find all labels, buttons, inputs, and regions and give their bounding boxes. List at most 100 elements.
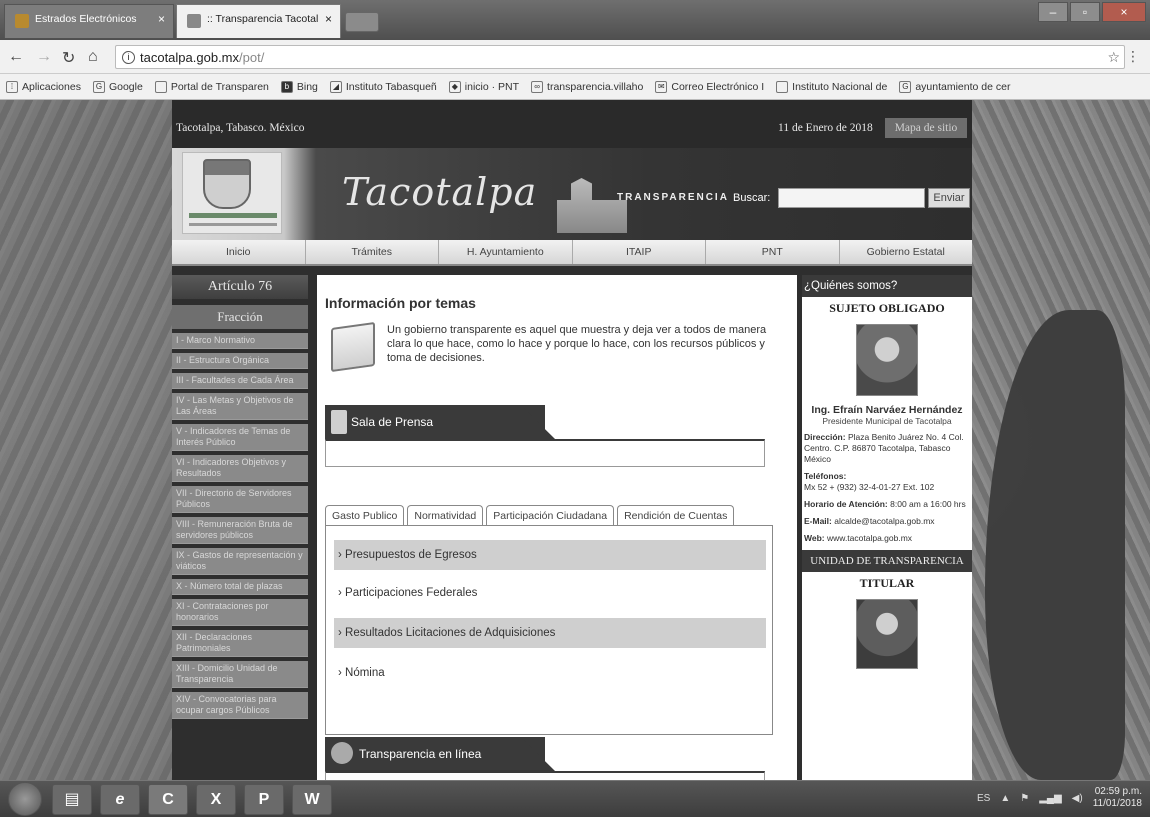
pnt-icon: ◆ (448, 80, 461, 93)
fraction-item[interactable]: IV - Las Metas y Objetivos de Las Áreas (172, 393, 308, 420)
page-title: Información por temas (325, 295, 476, 311)
fraction-item[interactable]: X - Número total de plazas (172, 579, 308, 595)
back-icon[interactable]: ← (8, 48, 24, 66)
maximize-icon[interactable]: ▫ (1070, 2, 1100, 22)
forward-icon[interactable]: → (36, 48, 52, 66)
close-tab-icon[interactable]: × (325, 12, 332, 26)
volume-icon[interactable]: ◀) (1072, 793, 1083, 804)
reload-icon[interactable]: ↻ (62, 48, 75, 68)
bookmark-item[interactable]: ⁞ Aplicaciones (6, 80, 81, 93)
hours-value: 8:00 am a 16:00 hrs (890, 499, 966, 509)
word-icon[interactable]: W (292, 784, 332, 815)
nav-ayuntamiento[interactable]: H. Ayuntamiento (439, 240, 573, 264)
fraction-item[interactable]: IX - Gastos de representación y viáticos (172, 548, 308, 575)
fraction-item[interactable]: XI - Contrataciones por honorarios (172, 599, 308, 626)
url-path: /pot/ (239, 50, 265, 65)
phones-value: Mx 52 + (932) 32-4-01-27 Ext. 102 (804, 482, 935, 492)
web-label: Web: (804, 533, 825, 543)
email-link[interactable]: alcalde@tacotalpa.gob.mx (834, 516, 934, 526)
list-item[interactable]: › Presupuestos de Egresos (334, 540, 766, 570)
nav-itaip[interactable]: ITAIP (573, 240, 706, 264)
explorer-icon[interactable]: ▤ (52, 784, 92, 815)
start-button-icon[interactable] (8, 782, 42, 816)
ie-icon[interactable]: e (100, 784, 140, 815)
fraction-item[interactable]: XIII - Domicilio Unidad de Transparencia (172, 661, 308, 688)
close-window-icon[interactable]: × (1102, 2, 1146, 22)
tab-transparencia[interactable]: :: Transparencia Tacotal × (176, 4, 341, 38)
topic-tab-panel: › Presupuestos de Egresos › Participacio… (325, 525, 773, 735)
bookmark-item[interactable]: G Google (92, 80, 143, 93)
nav-tramites[interactable]: Trámites (306, 240, 439, 264)
bookmark-item[interactable]: Instituto Nacional de (776, 80, 888, 93)
phones-label: Teléfonos: (804, 471, 847, 481)
logo-stripe (189, 213, 277, 218)
signal-icon[interactable]: ▂▄▆ (1039, 793, 1061, 804)
tab-rendicion-de-cuentas[interactable]: Rendición de Cuentas (617, 505, 735, 526)
list-item[interactable]: › Participaciones Federales (334, 578, 766, 608)
home-icon[interactable]: ⌂ (88, 48, 98, 66)
powerpoint-icon[interactable]: P (244, 784, 284, 815)
subject-title: SUJETO OBLIGADO (829, 301, 945, 315)
bookmark-item[interactable]: ∞ transparencia.villaho (531, 80, 644, 93)
language-indicator[interactable]: ES (977, 793, 990, 804)
itaip-icon: ◢ (329, 80, 342, 93)
windows-taskbar: ▤ e C X P W ES ▲ ⚑ ▂▄▆ ◀) 02:59 p.m. 11/… (0, 780, 1150, 817)
menu-kebab-icon[interactable]: ⋮ (1126, 48, 1140, 65)
fraction-item[interactable]: XIV - Convocatorias para ocupar cargos P… (172, 692, 308, 719)
list-item[interactable]: › Nómina (334, 658, 766, 688)
fraction-item[interactable]: I - Marco Normativo (172, 333, 308, 349)
url-input[interactable]: i tacotalpa.gob.mx/pot/ (115, 45, 1125, 69)
fraction-item[interactable]: III - Facultades de Cada Área (172, 373, 308, 389)
web-link[interactable]: www.tacotalpa.gob.mx (827, 533, 912, 543)
tab-normatividad[interactable]: Normatividad (407, 505, 484, 526)
chrome-icon[interactable]: C (148, 784, 188, 815)
fraction-item[interactable]: V - Indicadores de Temas de Interés Públ… (172, 424, 308, 451)
link-icon: ∞ (531, 80, 544, 93)
flag-icon[interactable]: ⚑ (1020, 793, 1029, 804)
clock-time: 02:59 p.m. (1094, 786, 1142, 797)
online-section-title[interactable]: Transparencia en línea (359, 747, 481, 761)
bookmark-item[interactable]: Portal de Transparen (154, 80, 269, 93)
new-tab-button[interactable] (345, 12, 379, 32)
tab-estrados[interactable]: Estrados Electrónicos × (4, 4, 174, 38)
bookmark-item[interactable]: b Bing (280, 80, 318, 93)
tab-gasto-publico[interactable]: Gasto Publico (325, 505, 405, 526)
fraction-item[interactable]: VIII - Remuneración Bruta de servidores … (172, 517, 308, 544)
bookmark-star-icon[interactable]: ☆ (1107, 49, 1120, 66)
hours-label: Horario de Atención: (804, 499, 888, 509)
bookmark-label: inicio · PNT (464, 80, 520, 93)
municipal-logo[interactable] (182, 152, 282, 234)
fraction-item[interactable]: II - Estructura Orgánica (172, 353, 308, 369)
bookmark-item[interactable]: Gayuntamiento de cer (899, 80, 1010, 93)
tab-favicon-icon (187, 14, 201, 28)
excel-icon[interactable]: X (196, 784, 236, 815)
search-input[interactable] (778, 188, 925, 208)
nav-gobierno-estatal[interactable]: Gobierno Estatal (840, 240, 973, 264)
bookmark-item[interactable]: ✉ Correo Electrónico I (655, 80, 764, 93)
sitemap-link[interactable]: Mapa de sitio (885, 118, 967, 138)
nav-inicio[interactable]: Inicio (172, 240, 306, 264)
close-tab-icon[interactable]: × (158, 12, 165, 26)
list-item[interactable]: › Resultados Licitaciones de Adquisicion… (334, 618, 766, 648)
bookmark-item[interactable]: ◢ Instituto Tabasqueñ (329, 80, 437, 93)
clock[interactable]: 02:59 p.m. 11/01/2018 (1093, 786, 1142, 810)
background-texture-left (0, 100, 175, 780)
fraction-item[interactable]: XII - Declaraciones Patrimoniales (172, 630, 308, 657)
fraction-item[interactable]: VI - Indicadores Objetivos y Resultados (172, 455, 308, 482)
site-info-icon[interactable]: i (122, 51, 135, 64)
bookmark-item[interactable]: ◆ inicio · PNT (448, 80, 520, 93)
nav-pnt[interactable]: PNT (706, 240, 840, 264)
bookmark-label: transparencia.villaho (547, 80, 644, 93)
fraction-item[interactable]: VII - Directorio de Servidores Públicos (172, 486, 308, 513)
press-section-title[interactable]: Sala de Prensa (351, 415, 433, 429)
chevron-up-icon[interactable]: ▲ (1000, 793, 1010, 804)
bookmark-label: Instituto Nacional de (792, 80, 888, 93)
left-sidebar: Artículo 76 Fracción I - Marco Normativo… (172, 275, 308, 780)
search-submit-button[interactable]: Enviar (928, 188, 970, 208)
minimize-icon[interactable]: – (1038, 2, 1068, 22)
gears-icon (331, 742, 353, 764)
email-block: E-Mail: alcalde@tacotalpa.gob.mx (802, 516, 972, 527)
tab-participacion-ciudadana[interactable]: Participación Ciudadana (486, 505, 615, 526)
address-block: Dirección: Plaza Benito Juárez No. 4 Col… (802, 432, 972, 465)
hours-block: Horario de Atención: 8:00 am a 16:00 hrs (802, 499, 972, 510)
